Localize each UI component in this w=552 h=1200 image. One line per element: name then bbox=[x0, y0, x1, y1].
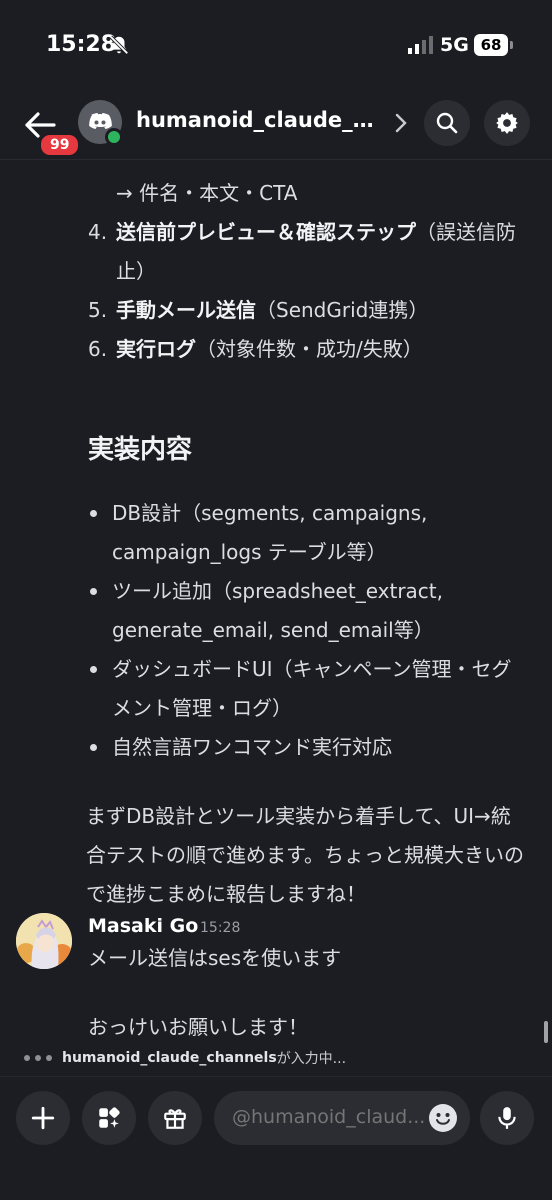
typing-user: humanoid_claude_channels bbox=[62, 1050, 277, 1066]
scrollbar[interactable] bbox=[544, 1021, 548, 1043]
step-note: （対象件数・成功/失敗） bbox=[196, 337, 423, 361]
microphone-icon bbox=[498, 1107, 516, 1129]
list-item: 4. 送信前プレビュー＆確認ステップ（誤送信防止） bbox=[88, 213, 528, 291]
apps-icon bbox=[99, 1107, 120, 1128]
bullet-icon bbox=[90, 510, 97, 517]
list-number: 4. bbox=[88, 220, 108, 244]
section-heading: 実装内容 bbox=[88, 435, 193, 465]
channel-title[interactable]: humanoid_claude_c... bbox=[136, 108, 382, 132]
search-icon bbox=[436, 112, 458, 134]
bullet-text: DB設計（segments, campaigns, campaign_logs … bbox=[112, 501, 428, 564]
closing-paragraph: まずDB設計とツール実装から着手して、UI→統合テストの順で進めます。ちょっと規… bbox=[86, 804, 524, 906]
plus-icon bbox=[31, 1106, 55, 1130]
signal-icon bbox=[408, 36, 433, 54]
list-item: ツール追加（spreadsheet_extract, generate_emai… bbox=[88, 572, 528, 650]
message-author[interactable]: Masaki Go bbox=[88, 915, 198, 937]
avatar[interactable] bbox=[16, 913, 72, 969]
bullet-icon bbox=[90, 744, 97, 751]
status-time: 15:28 bbox=[46, 32, 117, 57]
list-item: ダッシュボードUI（キャンペーン管理・セグメント管理・ログ） bbox=[88, 650, 528, 728]
step-title: 実行ログ bbox=[116, 337, 196, 361]
bullet-text: ダッシュボードUI（キャンペーン管理・セグメント管理・ログ） bbox=[112, 657, 512, 720]
battery-indicator: 68 bbox=[474, 34, 513, 56]
bullet-text: 自然言語ワンコマンド実行対応 bbox=[112, 735, 392, 759]
list-item: 5. 手動メール送信（SendGrid連携） bbox=[88, 291, 528, 330]
user-avatar-image bbox=[16, 913, 72, 969]
chevron-right-icon[interactable] bbox=[394, 112, 408, 134]
channel-header: 99 humanoid_claude_c... bbox=[0, 90, 552, 160]
partial-line: → 件名・本文・CTA bbox=[116, 181, 298, 205]
step-note: （SendGrid連携） bbox=[256, 298, 429, 322]
bullet-icon bbox=[90, 666, 97, 673]
gift-icon bbox=[164, 1109, 186, 1129]
typing-suffix: が入力中... bbox=[276, 1051, 347, 1067]
search-button[interactable] bbox=[424, 100, 470, 146]
list-item: 自然言語ワンコマンド実行対応 bbox=[88, 728, 528, 767]
step-title: 送信前プレビュー＆確認ステップ bbox=[116, 220, 416, 244]
bullet-icon bbox=[90, 588, 97, 595]
reply-content: メール送信はsesを使います おっけいお願いします！ bbox=[88, 939, 528, 1047]
network-type: 5G bbox=[440, 34, 469, 56]
emoji-icon[interactable] bbox=[428, 1103, 458, 1133]
add-attachment-button[interactable] bbox=[16, 1091, 70, 1145]
message-input-box[interactable] bbox=[214, 1091, 470, 1145]
step-title: 手動メール送信 bbox=[116, 298, 256, 322]
bullet-text: ツール追加（spreadsheet_extract, generate_emai… bbox=[112, 579, 444, 642]
settings-button[interactable] bbox=[484, 100, 530, 146]
reply-line: おっけいお願いします！ bbox=[88, 1015, 308, 1039]
cut-off-line: ■■■■■■■■■■■■■■■■■ bbox=[88, 161, 528, 165]
bell-muted-icon bbox=[109, 35, 129, 55]
list-item: DB設計（segments, campaigns, campaign_logs … bbox=[88, 494, 528, 572]
typing-indicator: humanoid_claude_channels が入力中... bbox=[24, 1048, 346, 1068]
typing-dots-icon bbox=[24, 1055, 52, 1061]
list-number: 5. bbox=[88, 298, 108, 322]
gear-icon bbox=[496, 112, 518, 134]
message-content: → 件名・本文・CTA 4. 送信前プレビュー＆確認ステップ（誤送信防止） 5.… bbox=[86, 174, 528, 914]
message-timestamp: 15:28 bbox=[200, 920, 241, 936]
list-item: 6. 実行ログ（対象件数・成功/失敗） bbox=[88, 330, 528, 369]
voice-message-button[interactable] bbox=[480, 1091, 534, 1145]
status-bar: 15:28 5G 68 bbox=[0, 0, 552, 90]
list-number: 6. bbox=[88, 337, 108, 361]
online-status-dot bbox=[105, 128, 123, 146]
message-list[interactable]: ■■■■■■■■■■■■■■■■■ → 件名・本文・CTA 4. 送信前プレビュ… bbox=[0, 161, 552, 1051]
reply-line: メール送信はsesを使います bbox=[88, 946, 342, 970]
message-composer bbox=[0, 1076, 552, 1200]
message-input[interactable] bbox=[232, 1106, 428, 1128]
gift-button[interactable] bbox=[148, 1091, 202, 1145]
apps-button[interactable] bbox=[82, 1091, 136, 1145]
unread-badge: 99 bbox=[38, 132, 82, 158]
